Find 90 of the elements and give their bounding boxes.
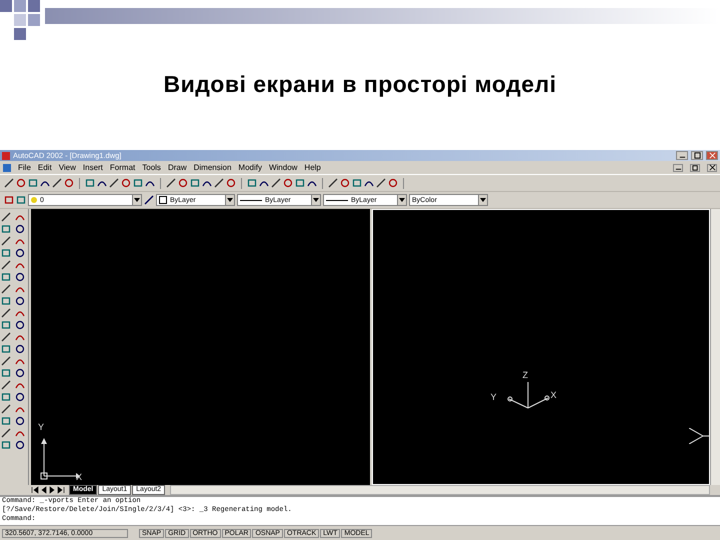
document-icon [3,164,11,172]
menu-item[interactable]: Modify [238,163,262,172]
menu-item[interactable]: Format [110,163,136,172]
circle-icon[interactable] [15,416,25,426]
line-icon[interactable] [1,308,11,318]
dropdown-arrow-icon [225,195,234,205]
line-icon[interactable] [1,356,11,366]
circle-icon[interactable] [15,224,25,234]
maximize-button[interactable] [691,151,703,160]
circle-icon[interactable] [178,178,188,188]
line-icon[interactable] [328,178,338,188]
line-icon[interactable] [271,178,281,188]
circle-icon[interactable] [15,272,25,282]
rect-icon[interactable] [1,248,11,258]
close-icon [708,164,716,171]
rect-icon[interactable] [1,392,11,402]
line-icon[interactable] [166,178,176,188]
menu-item[interactable]: Draw [168,163,187,172]
menu-item[interactable]: View [58,163,76,172]
rect-icon[interactable] [1,272,11,282]
viewport[interactable]: Z Y X [372,209,710,485]
restore-button[interactable] [690,164,700,172]
rect-icon[interactable] [1,416,11,426]
circle-icon[interactable] [15,440,25,450]
circle-icon[interactable] [15,368,25,378]
rect-icon[interactable] [295,178,305,188]
line-icon[interactable] [1,404,11,414]
axis-label: Y [38,422,44,432]
line-icon[interactable] [1,260,11,270]
line-icon[interactable] [1,332,11,342]
line-icon[interactable] [1,428,11,438]
rect-icon[interactable] [1,368,11,378]
circle-icon[interactable] [15,320,25,330]
dropdown-arrow-icon [311,195,320,205]
minimize-button[interactable] [676,151,688,160]
circle-icon[interactable] [121,178,131,188]
rect-icon[interactable] [1,440,11,450]
dropdown-arrow-icon [397,195,406,205]
menu-item[interactable]: Dimension [194,163,232,172]
rect-icon[interactable] [190,178,200,188]
circle-icon[interactable] [16,178,26,188]
circle-icon[interactable] [226,178,236,188]
horizontal-scrollbar[interactable] [170,485,710,495]
tab-navigation-icon[interactable] [30,486,66,494]
circle-icon[interactable] [15,296,25,306]
rect-icon[interactable] [85,178,95,188]
menu-item[interactable]: Edit [38,163,52,172]
line-icon[interactable] [1,380,11,390]
vertical-scrollbar[interactable] [710,209,720,485]
line-icon[interactable] [1,236,11,246]
axis-label: Y [490,392,497,402]
rect-icon[interactable] [1,224,11,234]
menu-item[interactable]: Insert [82,163,103,172]
circle-icon[interactable] [64,178,74,188]
line-icon[interactable] [376,178,386,188]
crosshair-cursor-icon [689,428,709,444]
line-icon[interactable] [109,178,119,188]
rect-icon[interactable] [352,178,362,188]
menu-item[interactable]: Tools [142,163,161,172]
rect-icon[interactable] [1,296,11,306]
rect-icon[interactable] [1,320,11,330]
restore-icon [692,164,698,171]
line-icon[interactable] [1,284,11,294]
maximize-icon [694,152,700,159]
close-button[interactable] [707,164,717,172]
menu-item[interactable]: Window [268,163,298,172]
line-icon[interactable] [144,195,154,205]
rect-icon[interactable] [247,178,257,188]
app-logo-icon [2,152,10,160]
line-icon[interactable] [4,178,14,188]
rect-icon[interactable] [133,178,143,188]
circle-icon[interactable] [15,392,25,402]
line-icon[interactable] [214,178,224,188]
dropdown-arrow-icon [132,195,141,205]
line-icon[interactable] [1,212,11,222]
slide-title: Видові екрани в просторі моделі [163,70,557,98]
axis-label: Z [522,370,528,380]
circle-icon[interactable] [15,344,25,354]
axis-label: X [550,390,557,400]
minimize-button[interactable] [673,164,683,172]
circle-icon[interactable] [340,178,350,188]
rect-icon[interactable] [1,344,11,354]
dropdown-arrow-icon [478,195,487,205]
menu-item[interactable]: File [18,163,31,172]
circle-icon[interactable] [388,178,398,188]
circle-icon[interactable] [15,248,25,258]
line-icon[interactable] [52,178,62,188]
circle-icon[interactable] [283,178,293,188]
close-icon [708,152,716,159]
menu-item[interactable]: Help [304,163,321,172]
